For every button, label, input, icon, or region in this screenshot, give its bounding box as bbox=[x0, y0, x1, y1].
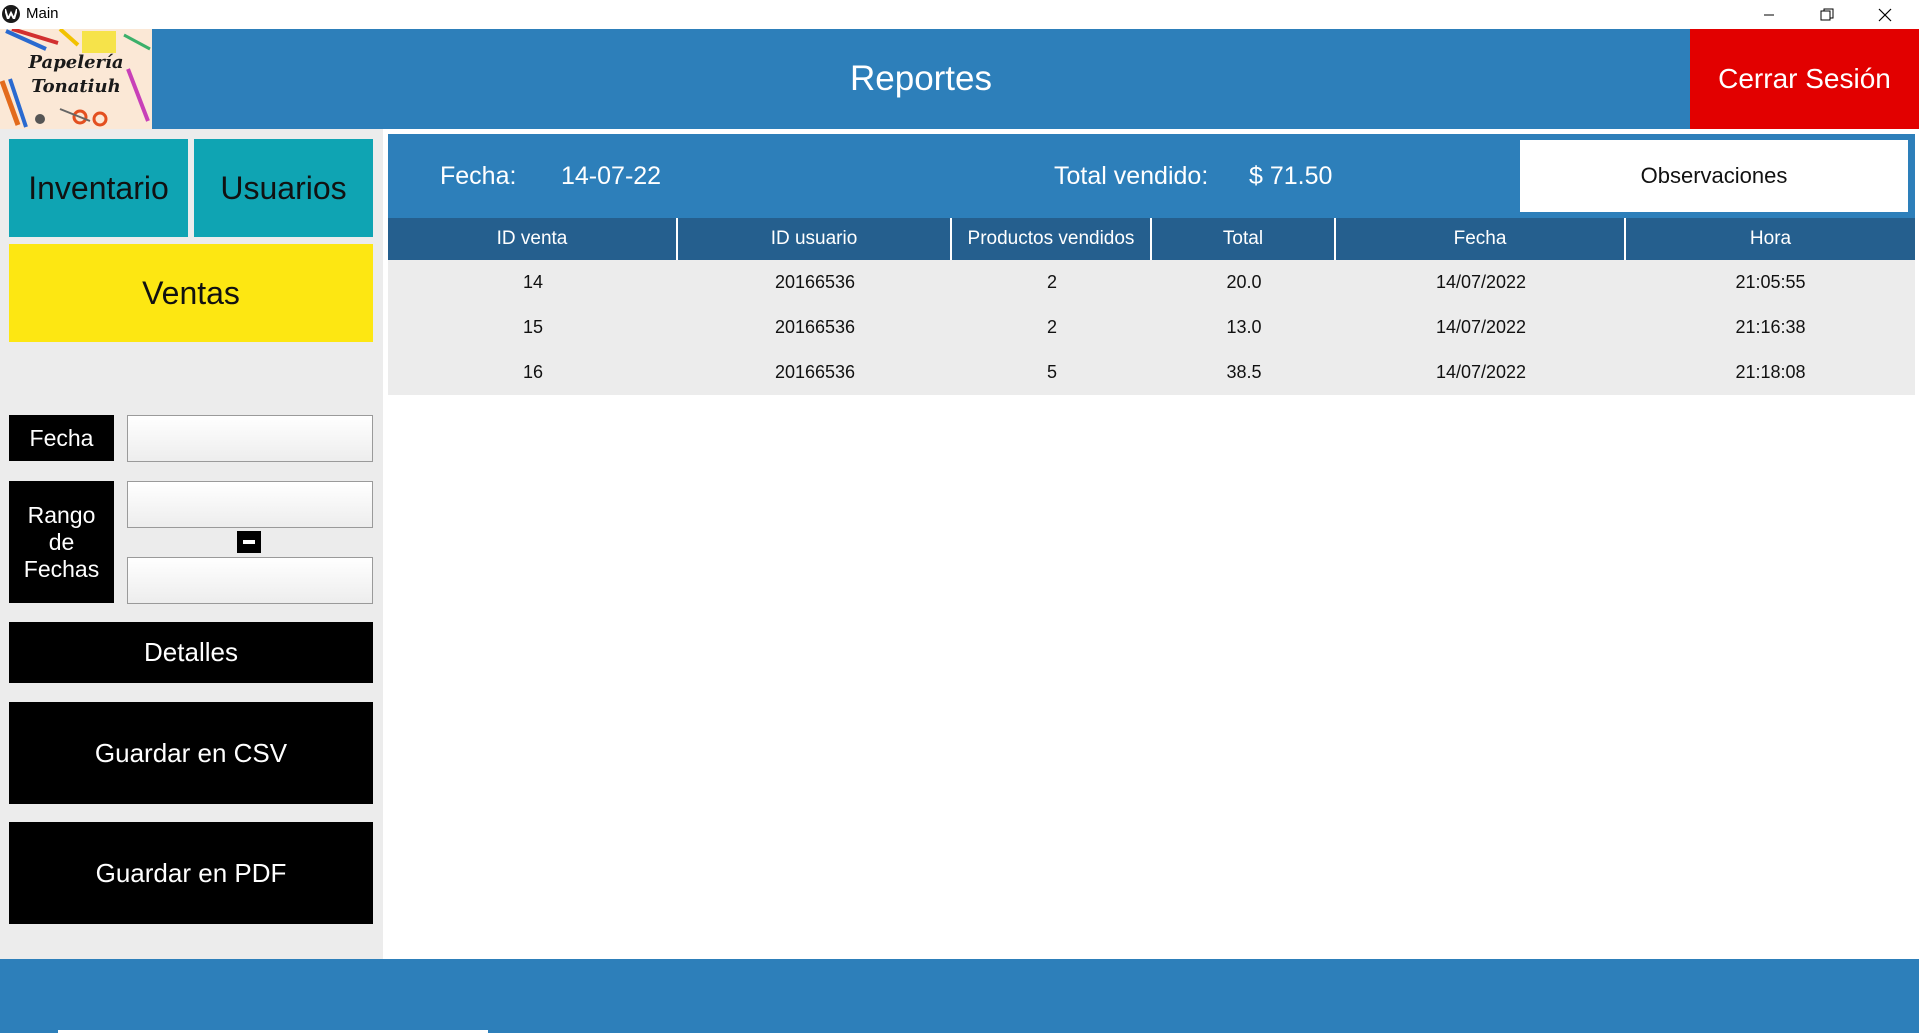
column-header[interactable]: Fecha bbox=[1336, 218, 1626, 260]
rango-fechas-label: Rango de Fechas bbox=[9, 481, 114, 603]
app-icon bbox=[2, 5, 20, 23]
cell-id-venta: 14 bbox=[522, 272, 544, 292]
fecha-desde-input[interactable] bbox=[127, 481, 373, 528]
summary-total-label: Total vendido: bbox=[1054, 162, 1209, 190]
logo: Papelería Tonatiuh bbox=[0, 29, 152, 129]
rango-label-line3: Fechas bbox=[23, 555, 100, 582]
column-header[interactable]: ID venta bbox=[388, 218, 678, 260]
guardar-pdf-button[interactable]: Guardar en PDF bbox=[9, 822, 373, 924]
cell-id-venta: 16 bbox=[522, 362, 544, 382]
fecha-input[interactable] bbox=[127, 415, 373, 462]
cell-productos: 5 bbox=[1046, 362, 1057, 382]
cell-total: 13.0 bbox=[1226, 317, 1262, 337]
logo-text-line1: Papelería bbox=[28, 52, 124, 73]
cell-id-usuario: 20166536 bbox=[774, 362, 856, 382]
logout-button[interactable]: Cerrar Sesión bbox=[1690, 29, 1919, 129]
cell-total: 20.0 bbox=[1226, 272, 1262, 292]
fecha-hasta-input[interactable] bbox=[127, 557, 373, 604]
column-header[interactable]: ID usuario bbox=[678, 218, 952, 260]
summary-fecha-label: Fecha: bbox=[440, 162, 517, 190]
table-header: ID venta ID usuario Productos vendidos T… bbox=[388, 218, 1915, 260]
nav-usuarios-button[interactable]: Usuarios bbox=[194, 139, 373, 237]
observaciones-button[interactable]: Observaciones bbox=[1520, 140, 1908, 212]
column-header[interactable]: Hora bbox=[1626, 218, 1915, 260]
table-row[interactable]: 14 20166536 2 20.0 14/07/2022 21:05:55 bbox=[388, 260, 1915, 305]
nav-inventario-button[interactable]: Inventario bbox=[9, 139, 188, 237]
nav-ventas-button[interactable]: Ventas bbox=[9, 244, 373, 342]
window-titlebar: Main bbox=[0, 0, 1919, 29]
cell-hora: 21:05:55 bbox=[1735, 272, 1806, 292]
table-row[interactable]: 15 20166536 2 13.0 14/07/2022 21:16:38 bbox=[388, 305, 1915, 350]
table-row[interactable]: 16 20166536 5 38.5 14/07/2022 21:18:08 bbox=[388, 350, 1915, 395]
cell-total: 38.5 bbox=[1226, 362, 1262, 382]
rango-label-line1: Rango bbox=[27, 501, 96, 528]
rango-label-line2: de bbox=[48, 528, 75, 555]
detalles-button[interactable]: Detalles bbox=[9, 622, 373, 683]
cell-id-usuario: 20166536 bbox=[774, 317, 856, 337]
close-icon[interactable] bbox=[1856, 0, 1914, 29]
minimize-icon[interactable] bbox=[1740, 0, 1798, 29]
cell-fecha: 14/07/2022 bbox=[1435, 272, 1527, 292]
summary-total-value: $ 71.50 bbox=[1249, 162, 1333, 190]
column-header[interactable]: Total bbox=[1152, 218, 1336, 260]
footer-bar bbox=[0, 959, 1919, 1033]
cell-productos: 2 bbox=[1046, 317, 1057, 337]
column-header[interactable]: Productos vendidos bbox=[952, 218, 1152, 260]
window-title: Main bbox=[26, 5, 59, 22]
guardar-csv-button[interactable]: Guardar en CSV bbox=[9, 702, 373, 804]
cell-productos: 2 bbox=[1046, 272, 1057, 292]
fecha-label: Fecha bbox=[9, 415, 114, 461]
cell-fecha: 14/07/2022 bbox=[1435, 317, 1527, 337]
cell-id-venta: 15 bbox=[522, 317, 544, 337]
cell-hora: 21:18:08 bbox=[1735, 362, 1806, 382]
minus-icon bbox=[237, 531, 261, 553]
cell-hora: 21:16:38 bbox=[1735, 317, 1806, 337]
cell-fecha: 14/07/2022 bbox=[1435, 362, 1527, 382]
logo-text-line2: Tonatiuh bbox=[31, 76, 121, 97]
maximize-icon[interactable] bbox=[1798, 0, 1856, 29]
sales-table: ID venta ID usuario Productos vendidos T… bbox=[388, 218, 1915, 395]
page-title: Reportes bbox=[849, 59, 993, 98]
summary-fecha-value: 14-07-22 bbox=[561, 162, 662, 190]
cell-id-usuario: 20166536 bbox=[774, 272, 856, 292]
